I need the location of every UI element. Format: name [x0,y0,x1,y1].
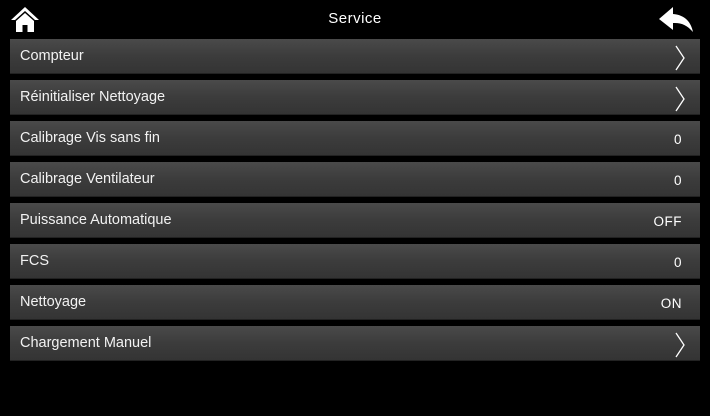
page-title: Service [328,10,382,27]
menu-item-reinitialiser-nettoyage[interactable]: Réinitialiser Nettoyage [10,80,700,115]
menu-item-nettoyage[interactable]: Nettoyage ON [10,285,700,320]
service-menu-list: Compteur Réinitialiser Nettoyage Calibra… [10,39,700,367]
chevron-right-icon [675,86,685,112]
menu-item-value: 0 [673,255,682,270]
menu-item-label: Calibrage Vis sans fin [20,130,160,146]
back-arrow-icon [659,7,693,32]
menu-item-fcs[interactable]: FCS 0 [10,244,700,279]
menu-item-calibrage-vis-sans-fin[interactable]: Calibrage Vis sans fin 0 [10,121,700,156]
menu-item-label: FCS [20,253,49,269]
menu-item-calibrage-ventilateur[interactable]: Calibrage Ventilateur 0 [10,162,700,197]
menu-item-label: Compteur [20,48,84,64]
menu-item-label: Puissance Automatique [20,212,172,228]
menu-item-label: Calibrage Ventilateur [20,171,155,187]
chevron-right-icon [675,332,685,358]
chevron-right-icon [675,45,685,71]
menu-item-label: Chargement Manuel [20,335,152,351]
back-button[interactable] [658,4,694,34]
menu-item-value: 0 [673,173,682,188]
menu-item-chargement-manuel[interactable]: Chargement Manuel [10,326,700,361]
menu-item-value: OFF [653,214,682,229]
menu-item-compteur[interactable]: Compteur [10,39,700,74]
menu-item-puissance-automatique[interactable]: Puissance Automatique OFF [10,203,700,238]
menu-item-label: Réinitialiser Nettoyage [20,89,166,105]
menu-item-label: Nettoyage [20,294,87,310]
menu-item-value: 0 [673,132,682,147]
header-bar: Service [0,0,710,38]
menu-item-value: ON [660,296,682,311]
